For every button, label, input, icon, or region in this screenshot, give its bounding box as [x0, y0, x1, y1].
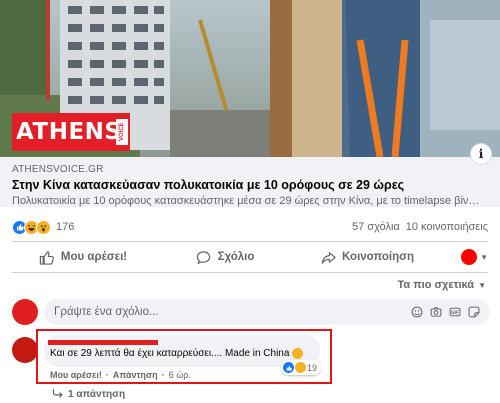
comment-sort-dropdown[interactable]: Τα πιο σχετικά ▼	[398, 279, 486, 291]
camera-icon[interactable]	[430, 306, 442, 318]
link-title[interactable]: Στην Κίνα κατασκεύασαν πολυκατοικία με 1…	[12, 178, 488, 192]
speech-bubble-icon	[196, 249, 212, 265]
athens-voice-logo: ATHENS VOICE	[12, 113, 130, 151]
sticker-icon[interactable]	[468, 306, 480, 318]
avatar	[461, 249, 478, 265]
logo-text: ATHENS	[16, 119, 122, 145]
link-domain: ATHENSVOICE.GR	[12, 164, 104, 175]
my-avatar[interactable]	[12, 299, 38, 325]
view-replies-link[interactable]: 1 απάντηση	[52, 388, 125, 401]
comment-input-placeholder: Γράψτε ένα σχόλιο...	[54, 306, 159, 318]
highlight-box	[36, 329, 332, 384]
thumbs-up-icon	[39, 249, 55, 265]
emoji-icon[interactable]	[411, 306, 423, 318]
divider	[12, 272, 488, 273]
article-image[interactable]: ATHENS VOICE	[0, 0, 500, 157]
like-button[interactable]: Μου αρέσει!	[12, 249, 154, 265]
sort-label: Τα πιο σχετικά	[397, 279, 475, 291]
svg-text:GIF: GIF	[451, 310, 459, 315]
link-description: Πολυκατοικία με 10 ορόφους κατασκευάστηκ…	[12, 195, 482, 207]
link-preview[interactable]: i ATHENSVOICE.GR Στην Κίνα κατασκεύασαν …	[0, 143, 500, 207]
chevron-down-icon: ▼	[478, 280, 486, 290]
shares-count[interactable]: 10 κοινοποιήσεις	[406, 221, 488, 233]
share-arrow-icon	[320, 249, 336, 265]
reply-arrow-icon	[52, 388, 64, 401]
comment-input[interactable]: Γράψτε ένα σχόλιο... GIF	[44, 299, 490, 325]
reactions-summary: 176 57 σχόλια 10 κοινοποιήσεις	[12, 218, 488, 236]
chevron-down-icon: ▼	[480, 252, 488, 262]
gif-icon[interactable]: GIF	[449, 306, 461, 318]
comment-button[interactable]: Σχόλιο	[154, 249, 296, 265]
replies-count-label: 1 απάντηση	[68, 389, 126, 400]
like-button-label: Μου αρέσει!	[60, 251, 128, 263]
share-button-label: Κοινοποίηση	[342, 251, 414, 263]
divider	[12, 241, 488, 242]
post-actions: Μου αρέσει! Σχόλιο Κοινοποίηση ▼	[12, 244, 488, 270]
reaction-count[interactable]: 176	[56, 221, 74, 233]
info-icon[interactable]: i	[470, 143, 492, 165]
reaction-icons[interactable]	[12, 219, 51, 235]
engagement-counts: 57 σχόλια 10 κοινοποιήσεις	[352, 221, 488, 233]
commenter-avatar[interactable]	[12, 337, 38, 363]
wow-icon	[36, 219, 51, 235]
comment-input-tools: GIF	[411, 306, 490, 318]
logo-subtext: VOICE	[116, 119, 128, 145]
share-button[interactable]: Κοινοποίηση	[296, 249, 438, 265]
post-as-selector[interactable]: ▼	[438, 249, 488, 265]
comment-button-label: Σχόλιο	[217, 251, 255, 263]
comments-count[interactable]: 57 σχόλια	[352, 221, 400, 233]
